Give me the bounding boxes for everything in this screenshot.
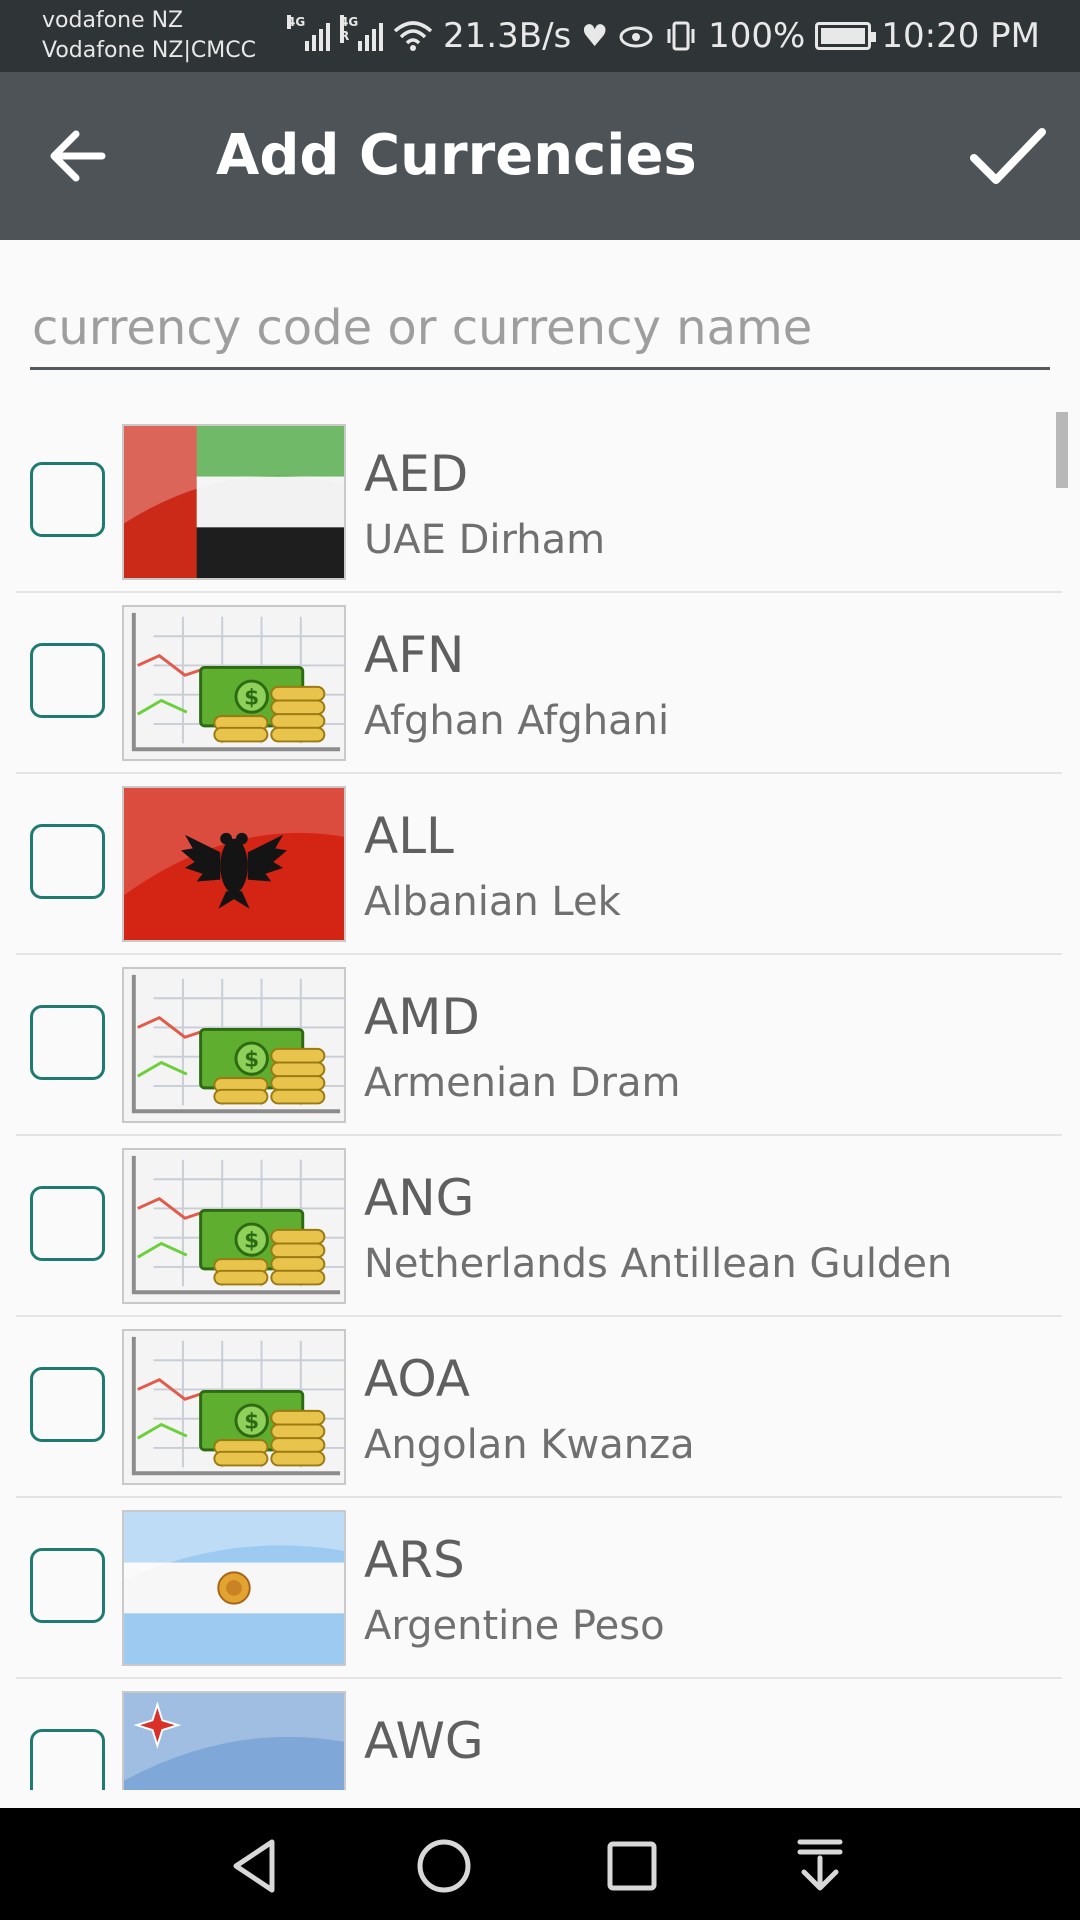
carrier-info: vodafone NZ Vodafone NZ|CMCC <box>42 6 256 66</box>
generic-currency-icon: $ <box>122 1329 346 1485</box>
list-item[interactable]: $ AMD Armenian Dram <box>0 955 1080 1136</box>
nav-back-button[interactable] <box>224 1834 288 1898</box>
svg-text:$: $ <box>244 1229 259 1254</box>
network-speed: 21.3B/s <box>443 16 572 56</box>
app-toolbar: Add Currencies <box>0 72 1080 240</box>
home-circle-icon <box>417 1839 471 1893</box>
currency-checkbox[interactable] <box>30 1729 105 1790</box>
currency-code: AED <box>364 445 469 503</box>
currency-code: ANG <box>364 1169 475 1227</box>
argentina-flag-icon <box>122 1510 346 1666</box>
nav-notification-button[interactable] <box>788 1834 852 1898</box>
list-item[interactable]: AED UAE Dirham <box>0 412 1080 593</box>
cellular-signal-icon: 4G <box>287 15 331 51</box>
carrier-primary: vodafone NZ <box>42 8 184 33</box>
currency-code: ALL <box>364 807 454 865</box>
generic-currency-icon: $ <box>122 605 346 761</box>
vibrate-icon <box>667 21 695 51</box>
status-bar: vodafone NZ Vodafone NZ|CMCC 4G 4G R 21.… <box>0 0 1080 72</box>
aruba-flag-icon <box>122 1691 346 1790</box>
wifi-icon <box>393 21 433 51</box>
clock: 10:20 PM <box>881 16 1040 56</box>
currency-code: AWG <box>364 1712 484 1770</box>
currency-code: AMD <box>364 988 480 1046</box>
list-item[interactable]: $ ANG Netherlands Antillean Gulden <box>0 1136 1080 1317</box>
currency-code: AOA <box>364 1350 471 1408</box>
albania-flag-icon <box>122 786 346 942</box>
list-item[interactable]: ALL Albanian Lek <box>0 774 1080 955</box>
currency-name: Argentine Peso <box>364 1603 665 1649</box>
uae-flag-icon <box>122 424 346 580</box>
currency-list[interactable]: AED UAE Dirham $ AFN Afghan Afghani ALL … <box>0 412 1080 1790</box>
battery-icon <box>815 22 877 50</box>
currency-code: ARS <box>364 1531 465 1589</box>
checkmark-icon <box>970 128 1046 184</box>
currency-name: Armenian Dram <box>364 1060 681 1106</box>
generic-currency-icon: $ <box>122 1148 346 1304</box>
currency-checkbox[interactable] <box>30 1186 105 1261</box>
svg-text:$: $ <box>244 1048 259 1073</box>
status-icons: 4G 4G R 21.3B/s ♥ 100% 10:20 PM <box>287 12 1040 60</box>
health-heart-icon: ♥ <box>581 18 609 54</box>
list-item[interactable]: ARS Argentine Peso <box>0 1498 1080 1679</box>
list-item[interactable]: AWG <box>0 1679 1080 1790</box>
notification-pulldown-icon <box>797 1839 843 1891</box>
currency-name: Netherlands Antillean Gulden <box>364 1241 953 1287</box>
nav-home-button[interactable] <box>412 1834 476 1898</box>
page-title: Add Currencies <box>216 123 697 188</box>
list-item[interactable]: $ AFN Afghan Afghani <box>0 593 1080 774</box>
currency-name: Afghan Afghani <box>364 698 670 744</box>
currency-name: UAE Dirham <box>364 517 606 563</box>
cellular-signal-icon-2: 4G R <box>340 15 384 51</box>
battery-percent: 100% <box>708 16 806 56</box>
generic-currency-icon: $ <box>122 967 346 1123</box>
carrier-secondary: Vodafone NZ|CMCC <box>42 38 256 63</box>
currency-name: Angolan Kwanza <box>364 1422 695 1468</box>
list-scrollbar[interactable] <box>1056 412 1068 488</box>
svg-text:$: $ <box>244 1410 259 1435</box>
recents-square-icon <box>607 1841 657 1891</box>
currency-checkbox[interactable] <box>30 1005 105 1080</box>
back-button[interactable] <box>42 120 114 192</box>
currency-checkbox[interactable] <box>30 1548 105 1623</box>
network-type-label: 4G <box>287 15 306 29</box>
currency-checkbox[interactable] <box>30 1367 105 1442</box>
network-type-label-2: 4G R <box>340 15 359 43</box>
nav-recents-button[interactable] <box>600 1834 664 1898</box>
list-item[interactable]: $ AOA Angolan Kwanza <box>0 1317 1080 1498</box>
back-triangle-icon <box>233 1839 275 1893</box>
search-field-container <box>30 292 1050 370</box>
currency-checkbox[interactable] <box>30 462 105 537</box>
eye-comfort-icon <box>619 26 653 48</box>
confirm-button[interactable] <box>964 112 1050 198</box>
currency-code: AFN <box>364 626 465 684</box>
system-navigation-bar <box>0 1808 1080 1920</box>
search-input[interactable] <box>30 292 1050 364</box>
currency-checkbox[interactable] <box>30 643 105 718</box>
currency-name: Albanian Lek <box>364 879 621 925</box>
arrow-left-icon <box>50 130 106 182</box>
currency-checkbox[interactable] <box>30 824 105 899</box>
svg-text:$: $ <box>244 686 259 711</box>
